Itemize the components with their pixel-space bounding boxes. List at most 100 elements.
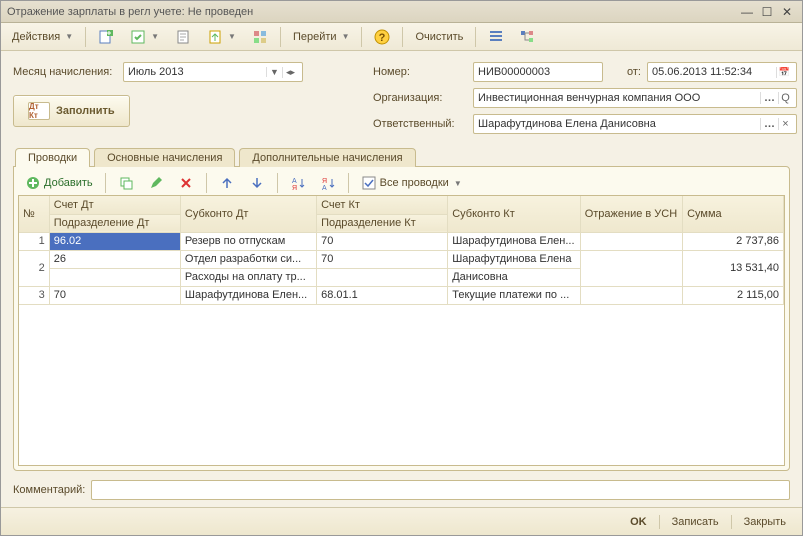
- plus-circle-icon: [25, 175, 41, 191]
- window-title: Отражение зарплаты в регл учете: Не пров…: [7, 6, 253, 18]
- col-dept-dt[interactable]: Подразделение Дт: [49, 214, 180, 232]
- chevron-down-icon: ▼: [65, 32, 73, 41]
- svg-text:?: ?: [379, 32, 386, 44]
- actions-menu[interactable]: Действия ▼: [5, 26, 80, 48]
- number-input[interactable]: НИВ00000003: [473, 62, 603, 82]
- number-label: Номер:: [373, 66, 473, 78]
- number-value: НИВ00000003: [478, 66, 550, 78]
- help-button[interactable]: ?: [367, 26, 397, 48]
- table-row[interactable]: 226Отдел разработки си...70Шарафутдинова…: [19, 250, 784, 268]
- svg-text:Я: Я: [292, 185, 297, 190]
- sort-asc-icon: АЯ: [290, 175, 306, 191]
- tab-provodki[interactable]: Проводки: [15, 148, 90, 167]
- main-toolbar: Действия ▼ ▼ ▼ Перейти ▼ ? Очистить: [1, 23, 802, 51]
- chevron-down-icon: ▼: [342, 32, 350, 41]
- tab-content: Добавить АЯ ЯА Все проводки ▼: [13, 166, 790, 471]
- sort-asc-button[interactable]: АЯ: [285, 173, 311, 193]
- open-icon[interactable]: Q: [778, 92, 792, 104]
- col-usn[interactable]: Отражение в УСН: [580, 196, 682, 232]
- tab-osnovnye[interactable]: Основные начисления: [94, 148, 235, 167]
- clear-button[interactable]: Очистить: [408, 26, 470, 48]
- chevron-down-icon: ▼: [454, 179, 462, 188]
- fill-button[interactable]: Дт Кт Заполнить: [13, 95, 130, 127]
- toolbar-icon-2[interactable]: ▼: [123, 26, 166, 48]
- resp-value: Шарафутдинова Елена Данисовна: [478, 118, 760, 130]
- calendar-icon[interactable]: 📅: [776, 67, 792, 78]
- ok-button[interactable]: OK: [624, 514, 653, 530]
- grid-small-icon: [252, 29, 268, 45]
- date-input[interactable]: 05.06.2013 11:52:34 📅: [647, 62, 797, 82]
- clear-label: Очистить: [415, 31, 463, 43]
- row-up-button[interactable]: [214, 173, 240, 193]
- col-acc-kt[interactable]: Счет Кт: [317, 196, 448, 214]
- lookup-icon[interactable]: …: [760, 92, 778, 104]
- org-value: Инвестиционная венчурная компания ООО: [478, 92, 760, 104]
- sort-desc-button[interactable]: ЯА: [315, 173, 341, 193]
- footer: OK Записать Закрыть: [1, 507, 802, 535]
- row-delete-button[interactable]: [173, 173, 199, 193]
- arrow-up-icon: [219, 175, 235, 191]
- document-icon: [175, 29, 191, 45]
- goto-label: Перейти: [293, 31, 337, 43]
- col-subk-kt[interactable]: Субконто Кт: [448, 196, 580, 232]
- list-icon: [488, 29, 504, 45]
- dropdown-icon[interactable]: ▼: [266, 67, 282, 77]
- minimize-button[interactable]: —: [738, 5, 756, 19]
- org-input[interactable]: Инвестиционная венчурная компания ООО … …: [473, 88, 797, 108]
- grid[interactable]: № Счет Дт Субконто Дт Счет Кт Субконто К…: [18, 195, 785, 466]
- form-content: Месяц начисления: Июль 2013 ▼ ◂▸ Дт Кт З…: [1, 51, 802, 507]
- col-subk-dt[interactable]: Субконто Дт: [180, 196, 316, 232]
- from-label: от:: [627, 66, 641, 78]
- tabstrip: Проводки Основные начисления Дополнитель…: [13, 147, 790, 166]
- pencil-icon: [148, 175, 164, 191]
- toolbar-icon-6[interactable]: [481, 26, 511, 48]
- svg-text:А: А: [322, 185, 327, 190]
- actions-label: Действия: [12, 31, 60, 43]
- table-row[interactable]: 196.02Резерв по отпускам70Шарафутдинова …: [19, 232, 784, 250]
- copy-icon: [118, 175, 134, 191]
- grid-toolbar: Добавить АЯ ЯА Все проводки ▼: [18, 171, 785, 195]
- col-sum[interactable]: Сумма: [683, 196, 784, 232]
- arrow-down-icon: [249, 175, 265, 191]
- toolbar-icon-3[interactable]: [168, 26, 198, 48]
- col-acc-dt[interactable]: Счет Дт: [49, 196, 180, 214]
- help-icon: ?: [374, 29, 390, 45]
- tab-dopolnitelnye[interactable]: Дополнительные начисления: [239, 148, 415, 167]
- date-value: 05.06.2013 11:52:34: [652, 66, 776, 78]
- maximize-button[interactable]: ☐: [758, 5, 776, 19]
- comment-input[interactable]: [91, 480, 790, 500]
- toolbar-icon-4[interactable]: ▼: [200, 26, 243, 48]
- resp-input[interactable]: Шарафутдинова Елена Данисовна … ×: [473, 114, 797, 134]
- table-row[interactable]: 370Шарафутдинова Елен...68.01.1Текущие п…: [19, 286, 784, 304]
- col-dept-kt[interactable]: Подразделение Кт: [317, 214, 448, 232]
- svg-text:А: А: [292, 178, 297, 185]
- month-input[interactable]: Июль 2013 ▼ ◂▸: [123, 62, 303, 82]
- close-button[interactable]: ✕: [778, 5, 796, 19]
- document-arrow-icon: [207, 29, 223, 45]
- col-n[interactable]: №: [19, 196, 49, 232]
- clear-icon[interactable]: ×: [778, 118, 792, 130]
- lookup-icon[interactable]: …: [760, 118, 778, 130]
- toolbar-icon-5[interactable]: [245, 26, 275, 48]
- tree-icon: [520, 29, 536, 45]
- row-edit-button[interactable]: [143, 173, 169, 193]
- chevron-down-icon: ▼: [151, 32, 159, 41]
- all-entries-label: Все проводки: [380, 177, 449, 189]
- stepper-icon[interactable]: ◂▸: [282, 67, 298, 78]
- toolbar-icon-1[interactable]: [91, 26, 121, 48]
- resp-label: Ответственный:: [373, 118, 473, 130]
- chevron-down-icon: ▼: [228, 32, 236, 41]
- goto-menu[interactable]: Перейти ▼: [286, 26, 357, 48]
- add-button[interactable]: Добавить: [20, 173, 98, 193]
- save-button[interactable]: Записать: [666, 514, 725, 530]
- toolbar-icon-7[interactable]: [513, 26, 543, 48]
- close-form-button[interactable]: Закрыть: [738, 514, 792, 530]
- comment-label: Комментарий:: [13, 484, 85, 496]
- row-down-button[interactable]: [244, 173, 270, 193]
- refresh-icon: [130, 29, 146, 45]
- row-copy-button[interactable]: [113, 173, 139, 193]
- svg-text:Я: Я: [322, 178, 327, 185]
- all-entries-button[interactable]: Все проводки ▼: [356, 173, 467, 193]
- delete-icon: [178, 175, 194, 191]
- month-value: Июль 2013: [128, 66, 266, 78]
